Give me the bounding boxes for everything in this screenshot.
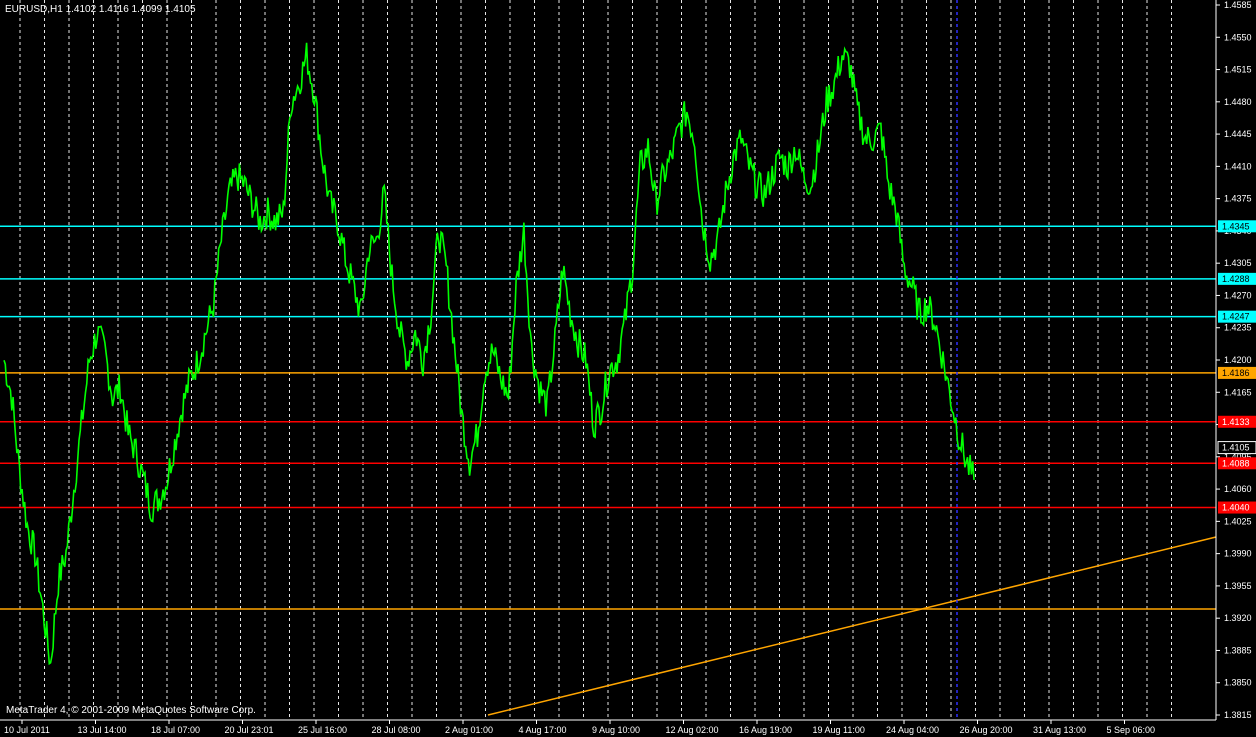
time-tick-label: 19 Aug 11:00	[813, 725, 865, 735]
level-label: 1.4040	[1218, 501, 1256, 514]
level-label-text: 1.4288	[1222, 274, 1250, 284]
level-label: 1.4186	[1218, 366, 1256, 379]
time-tick-label: 25 Jul 16:00	[298, 725, 347, 735]
price-tick-label: 1.4585	[1224, 0, 1252, 10]
copyright-text: MetaTrader 4, © 2001-2009 MetaQuotes Sof…	[6, 705, 256, 716]
time-tick-label: 2 Aug 01:00	[445, 725, 493, 735]
level-label-text: 1.4133	[1222, 417, 1250, 427]
time-tick-label: 31 Aug 13:00	[1033, 725, 1086, 735]
price-tick-label: 1.4270	[1224, 290, 1252, 300]
time-tick-label: 16 Aug 19:00	[739, 725, 792, 735]
price-tick-label: 1.4235	[1224, 323, 1252, 333]
current-price-text: 1.4105	[1222, 443, 1250, 453]
time-tick-label: 24 Aug 04:00	[886, 725, 939, 735]
level-label-text: 1.4247	[1222, 312, 1250, 322]
time-tick-label: 9 Aug 10:00	[592, 725, 640, 735]
price-tick-label: 1.4375	[1224, 194, 1252, 204]
price-tick-label: 1.4025	[1224, 516, 1252, 526]
level-label: 1.4345	[1218, 220, 1256, 233]
level-label-text: 1.4345	[1222, 221, 1250, 231]
current-price-label: 1.4105	[1217, 441, 1256, 455]
symbol-info: EURUSD,H1 1.4102 1.4116 1.4099 1.4105	[5, 4, 196, 15]
price-tick-label: 1.3955	[1224, 581, 1252, 591]
price-tick-label: 1.4480	[1224, 97, 1252, 107]
price-tick-label: 1.4550	[1224, 32, 1252, 42]
level-label-text: 1.4040	[1222, 503, 1250, 513]
time-tick-label: 12 Aug 02:00	[666, 725, 719, 735]
time-tick-label: 5 Sep 06:00	[1107, 725, 1156, 735]
time-tick-label: 13 Jul 14:00	[78, 725, 127, 735]
level-label: 1.4133	[1218, 415, 1256, 428]
time-tick-label: 18 Jul 07:00	[151, 725, 200, 735]
time-tick-label: 26 Aug 20:00	[960, 725, 1013, 735]
price-tick-label: 1.4305	[1224, 258, 1252, 268]
price-tick-label: 1.3850	[1224, 678, 1252, 688]
level-label: 1.4288	[1218, 272, 1256, 285]
time-tick-label: 20 Jul 23:01	[225, 725, 274, 735]
level-label: 1.4088	[1218, 457, 1256, 470]
time-tick-label: 10 Jul 2011	[4, 725, 50, 735]
price-chart[interactable]: 1.4585 1.4550 1.4515 1.4480 1.4445 1.4410 1.43…	[0, 0, 1256, 737]
time-tick-label: 4 Aug 17:00	[519, 725, 567, 735]
price-tick-label: 1.3990	[1224, 549, 1252, 559]
price-tick-label: 1.4165	[1224, 387, 1252, 397]
level-label-text: 1.4186	[1222, 368, 1250, 378]
price-tick-label: 1.4410	[1224, 161, 1252, 171]
price-tick-label: 1.4445	[1224, 129, 1252, 139]
time-tick-label: 28 Jul 08:00	[372, 725, 421, 735]
price-tick-label: 1.4060	[1224, 484, 1252, 494]
level-label: 1.4247	[1218, 310, 1256, 323]
price-tick-label: 1.4200	[1224, 355, 1252, 365]
price-tick-label: 1.3885	[1224, 645, 1252, 655]
price-tick-label: 1.3815	[1224, 710, 1252, 720]
level-label-text: 1.4088	[1222, 458, 1250, 468]
price-tick-label: 1.4515	[1224, 65, 1252, 75]
price-tick-label: 1.3920	[1224, 613, 1252, 623]
